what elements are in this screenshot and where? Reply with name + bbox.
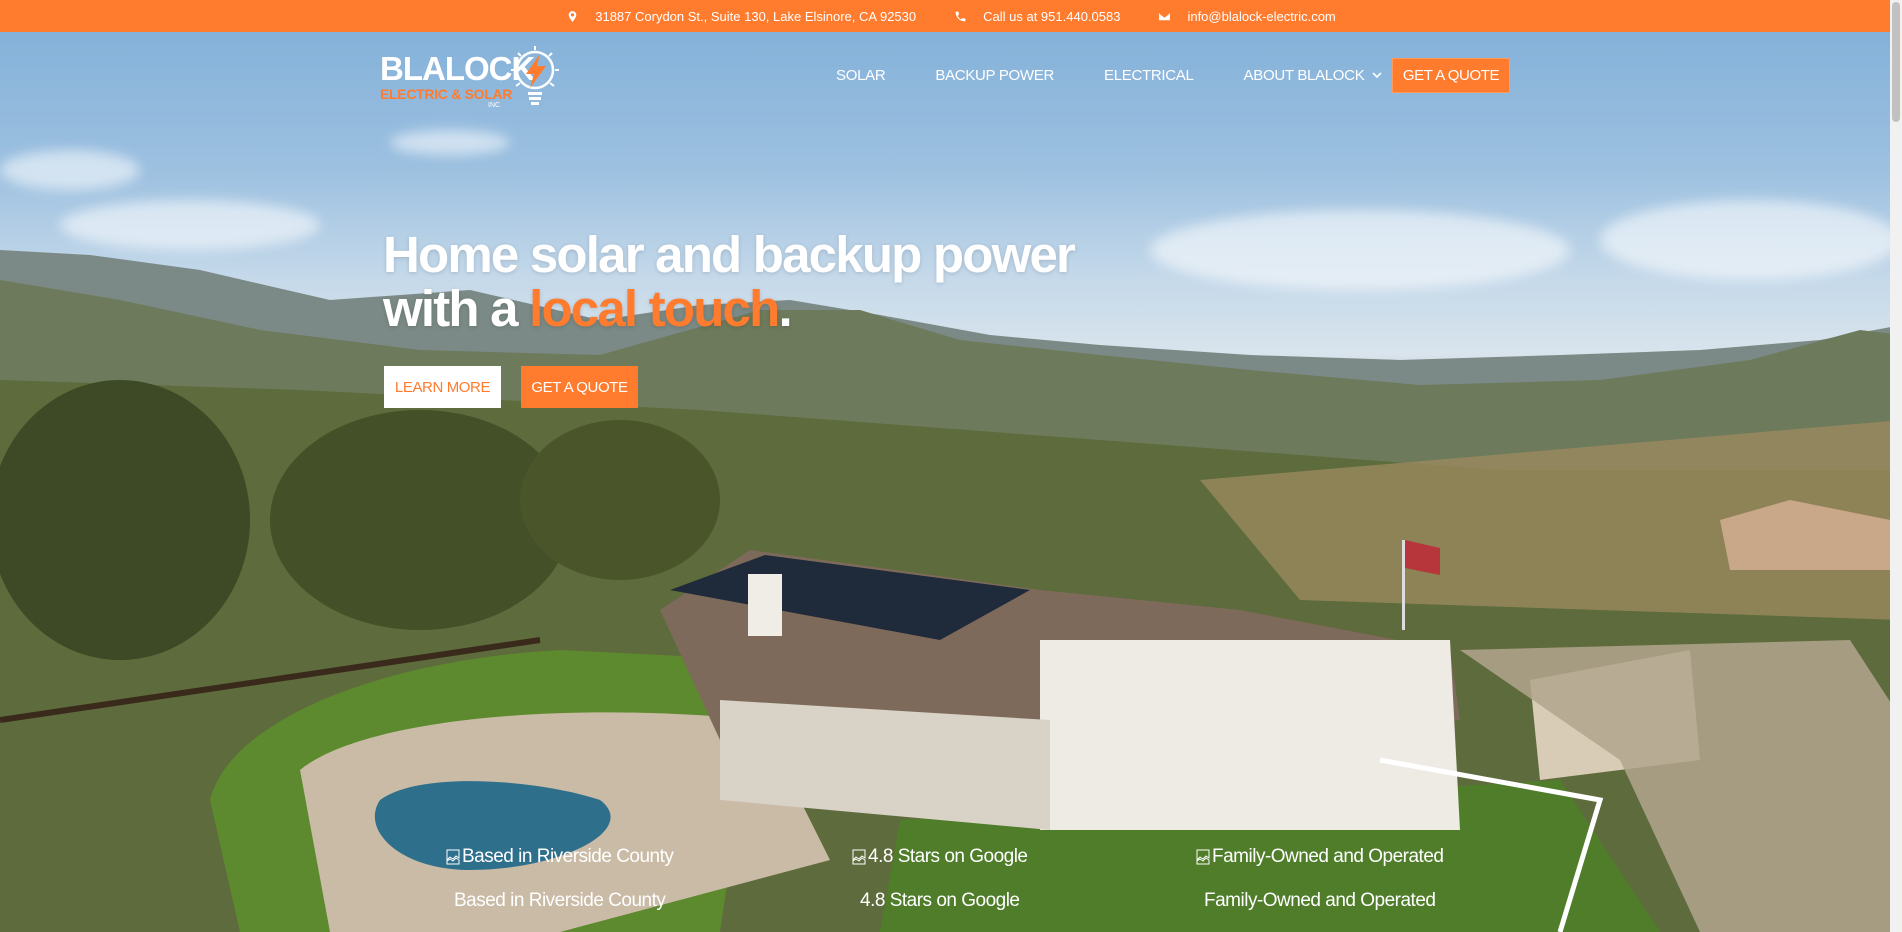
nav-item-electrical[interactable]: ELECTRICAL: [1104, 67, 1194, 84]
broken-image-icon: [446, 849, 460, 865]
phone-text: Call us at 951.440.0583: [983, 8, 1121, 24]
get-quote-nav-button[interactable]: GET A QUOTE: [1392, 58, 1510, 93]
logo-tagline: ELECTRIC & SOLAR: [380, 86, 513, 102]
nav-item-solar[interactable]: SOLAR: [836, 66, 886, 84]
nav-item-label: BACKUP POWER: [935, 66, 1055, 84]
hero-line-1: Home solar and backup power: [383, 226, 1076, 283]
feature-caption: 4.8 Stars on Google: [860, 890, 1020, 911]
image-alt-text: Based in Riverside County: [462, 846, 674, 867]
site-header: BLALOCK ELECTRIC & SOLAR INC SOLAR BACKU…: [0, 32, 1890, 122]
address-item[interactable]: 31887 Corydon St., Suite 130, Lake Elsin…: [566, 9, 916, 24]
envelope-icon: [1159, 12, 1171, 20]
main-nav: SOLAR BACKUP POWER ELECTRICAL ABOUT BLAL…: [836, 58, 1432, 92]
lightbulb-bolt-icon: [511, 46, 559, 105]
image-alt-text: Family-Owned and Operated: [1212, 846, 1444, 867]
nav-item-backup-power[interactable]: BACKUP POWER: [935, 67, 1054, 84]
nav-item-label: SOLAR: [836, 66, 886, 84]
hero-line-2-prefix: with a: [383, 280, 530, 337]
nav-item-label: ELECTRICAL: [1104, 66, 1194, 84]
address-text: 31887 Corydon St., Suite 130, Lake Elsin…: [595, 8, 917, 24]
landscape-illustration: [0, 250, 1902, 932]
broken-image: Family-Owned and Operated: [1196, 846, 1444, 868]
feature-caption: Family-Owned and Operated: [1204, 890, 1436, 911]
hero-line-2-suffix: .: [778, 280, 792, 337]
nav-item-label: ABOUT BLALOCK: [1243, 66, 1365, 84]
feature-google-stars: 4.8 Stars on Google 4.8 Stars on Google: [852, 846, 1028, 912]
scrollbar-thumb[interactable]: [1892, 2, 1900, 122]
feature-caption: Based in Riverside County: [454, 890, 666, 911]
broken-image: 4.8 Stars on Google: [852, 846, 1028, 868]
logo-suffix: INC: [488, 102, 501, 109]
broken-image-icon: [1196, 849, 1210, 865]
feature-riverside: Based in Riverside County Based in River…: [446, 846, 674, 912]
features-row: Based in Riverside County Based in River…: [0, 836, 1902, 932]
top-info-bar: 31887 Corydon St., Suite 130, Lake Elsin…: [0, 0, 1902, 32]
hero-actions: LEARN MORE GET A QUOTE: [384, 366, 638, 408]
phone-item[interactable]: Call us at 951.440.0583: [954, 9, 1120, 24]
hero-accent-text: local touch: [529, 280, 780, 337]
learn-more-button[interactable]: LEARN MORE: [384, 366, 501, 408]
hero-headline: Home solar and backup power with a local…: [383, 226, 1076, 337]
map-pin-icon: [568, 10, 577, 22]
broken-image-icon: [852, 849, 866, 865]
blalock-logo[interactable]: BLALOCK ELECTRIC & SOLAR INC: [380, 44, 560, 112]
email-text: info@blalock-electric.com: [1187, 8, 1336, 24]
email-item[interactable]: info@blalock-electric.com: [1158, 8, 1336, 24]
image-alt-text: 4.8 Stars on Google: [868, 846, 1028, 867]
chevron-down-icon: [1372, 72, 1382, 79]
page-scrollbar[interactable]: [1890, 0, 1902, 932]
feature-family-owned: Family-Owned and Operated Family-Owned a…: [1196, 846, 1444, 912]
hero-background-photo: [0, 0, 1902, 932]
phone-icon: [955, 11, 966, 21]
nav-item-about-blalock[interactable]: ABOUT BLALOCK: [1244, 67, 1383, 84]
get-quote-hero-button[interactable]: GET A QUOTE: [521, 366, 638, 408]
broken-image: Based in Riverside County: [446, 846, 674, 868]
